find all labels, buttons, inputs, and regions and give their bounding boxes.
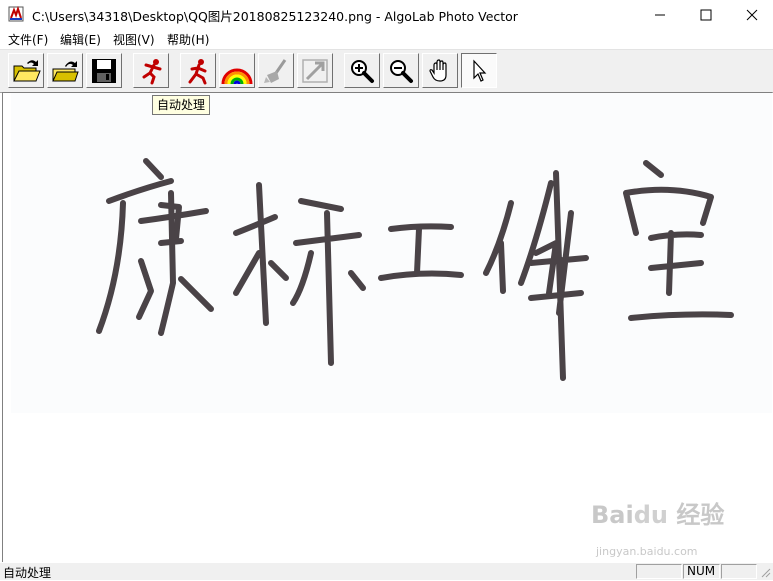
menu-view[interactable]: 视图(V) (113, 31, 155, 48)
open-file-button[interactable] (47, 53, 83, 88)
menu-bar: 文件(F) 编辑(E) 视图(V) 帮助(H) (0, 29, 773, 49)
handwriting-strokes (96, 158, 734, 381)
zoom-out-button[interactable] (383, 53, 419, 88)
clean-button[interactable] (258, 53, 294, 88)
open-folder-button[interactable] (8, 53, 44, 88)
zoom-out-icon (390, 59, 413, 83)
export-button[interactable] (297, 53, 333, 88)
manual-process-button[interactable] (180, 53, 216, 88)
pointer-button[interactable] (461, 53, 497, 88)
color-icon (221, 68, 253, 84)
title-bar: C:\Users\34318\Desktop\QQ图片2018082512324… (0, 0, 773, 29)
save-button[interactable] (86, 53, 122, 88)
clean-icon (264, 58, 287, 83)
zoom-in-icon (351, 59, 374, 83)
minimize-button[interactable] (637, 0, 683, 29)
hand-icon (429, 58, 447, 82)
status-bar: 自动处理 NUM (0, 562, 773, 580)
status-pane-empty-1 (636, 564, 682, 579)
tooltip: 自动处理 (152, 95, 211, 115)
close-icon (746, 9, 758, 20)
manual-process-icon (188, 58, 207, 84)
handwriting-image (11, 93, 772, 413)
status-pane-empty-2 (721, 564, 757, 579)
minimize-icon (655, 14, 665, 15)
pointer-icon (473, 58, 487, 82)
open-folder-icon (13, 59, 41, 81)
color-button[interactable] (219, 53, 255, 88)
maximize-button[interactable] (683, 0, 729, 29)
export-icon (302, 58, 328, 83)
window-title: C:\Users\34318\Desktop\QQ图片2018082512324… (32, 9, 518, 24)
close-button[interactable] (729, 0, 773, 29)
resize-grip-icon[interactable] (759, 566, 771, 578)
menu-edit[interactable]: 编辑(E) (60, 31, 101, 48)
status-num-indicator: NUM (683, 564, 720, 579)
zoom-in-button[interactable] (344, 53, 380, 88)
auto-process-button[interactable] (133, 53, 169, 88)
baidu-watermark-logo: Baidu 经验 (591, 501, 725, 529)
image-canvas[interactable]: Baidu 经验 (2, 92, 772, 563)
hand-button[interactable] (422, 53, 458, 88)
toolbar (0, 49, 773, 93)
auto-process-icon (142, 58, 162, 84)
maximize-icon (700, 9, 712, 20)
open-file-icon (52, 60, 79, 81)
algolab-app-icon (8, 6, 24, 22)
status-text: 自动处理 (3, 566, 52, 580)
save-icon (92, 58, 116, 83)
menu-help[interactable]: 帮助(H) (167, 31, 209, 48)
menu-file[interactable]: 文件(F) (8, 31, 48, 48)
watermark-url: jingyan.baidu.com (596, 545, 698, 558)
